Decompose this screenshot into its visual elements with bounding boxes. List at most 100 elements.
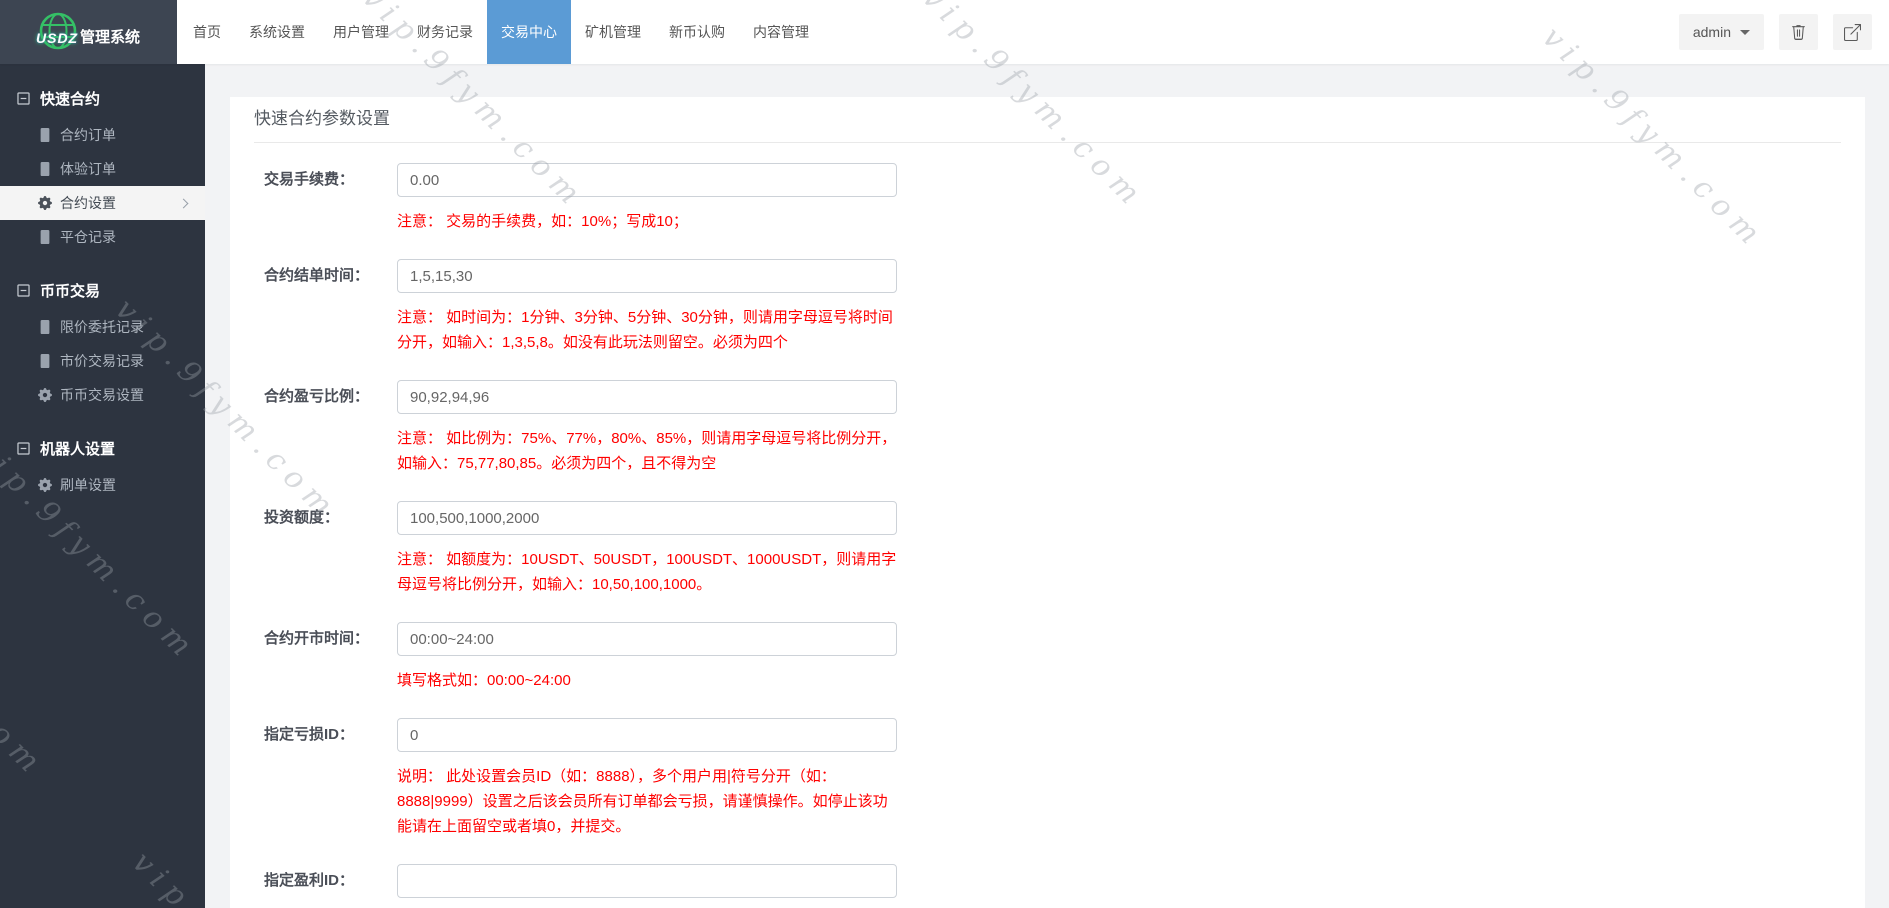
- sidebar-section-title[interactable]: 币币交易: [0, 270, 205, 310]
- document-icon: [38, 128, 52, 142]
- page-title: 快速合约参数设置: [254, 109, 390, 128]
- sidebar-item[interactable]: 币币交易设置: [0, 378, 205, 412]
- sidebar-item-label: 市价交易记录: [60, 353, 144, 369]
- sidebar-item[interactable]: 平仓记录: [0, 220, 205, 254]
- admin-menu-button[interactable]: admin: [1678, 14, 1764, 50]
- form-field-row: 合约开市时间： 填写格式如：00:00~24:00: [254, 622, 1841, 693]
- form-field-row: 指定亏损ID： 说明： 此处设置会员ID（如：8888），多个用户用|符号分开（…: [254, 718, 1841, 839]
- field-column: 说明： 此处设置会员ID（如：8888），多个用户用|符号分开（如：8888|9…: [397, 718, 902, 839]
- nav-tab[interactable]: 财务记录: [403, 0, 487, 64]
- trash-button[interactable]: [1779, 14, 1818, 50]
- form-field-row: 合约结单时间： 注意： 如时间为：1分钟、3分钟、5分钟、30分钟，则请用字母逗…: [254, 259, 1841, 355]
- sidebar-item-label: 体验订单: [60, 161, 116, 177]
- gear-icon: [38, 196, 52, 210]
- sidebar-section-label: 币币交易: [40, 282, 101, 300]
- sidebar-item-label: 平仓记录: [60, 229, 116, 245]
- nav-tab-label: 新币认购: [669, 24, 725, 40]
- settings-form: 交易手续费： 注意： 交易的手续费，如：10%；写成10； 合约结单时间： 注意…: [254, 143, 1841, 908]
- nav-tab-label: 财务记录: [417, 24, 473, 40]
- logo-title-text: 管理系统: [80, 29, 141, 46]
- settings-card: 快速合约参数设置 交易手续费： 注意： 交易的手续费，如：10%；写成10； 合…: [230, 97, 1865, 908]
- nav-tab[interactable]: 交易中心: [487, 0, 571, 64]
- chevron-right-icon: [178, 198, 189, 208]
- field-label: 投资额度：: [264, 509, 340, 526]
- field-note: 注意： 交易的手续费，如：10%；写成10；: [397, 213, 688, 230]
- nav-tab-label: 内容管理: [753, 24, 809, 40]
- field-note: 说明： 此处设置会员ID（如：8888），多个用户用|符号分开（如：8888|9…: [397, 768, 888, 835]
- sidebar-item[interactable]: 体验订单: [0, 152, 205, 186]
- minus-square-icon: [17, 441, 30, 455]
- form-field-row: 投资额度： 注意： 如额度为：10USDT、50USDT，100USDT、100…: [254, 501, 1841, 597]
- sidebar-section-items: 合约订单 体验订单 合约设置 平仓记录: [0, 118, 205, 254]
- field-note: 注意： 如额度为：10USDT、50USDT，100USDT、1000USDT，…: [397, 551, 897, 593]
- form-field-row: 交易手续费： 注意： 交易的手续费，如：10%；写成10；: [254, 163, 1841, 234]
- sidebar-item-label: 币币交易设置: [60, 387, 144, 403]
- field-note: 注意： 如比例为：75%、77%，80%、85%，则请用字母逗号将比例分开，如输…: [397, 430, 897, 472]
- sidebar-section-title[interactable]: 快速合约: [0, 78, 205, 118]
- sidebar-item-label: 合约设置: [60, 195, 116, 211]
- field-note: 填写格式如：00:00~24:00: [397, 672, 571, 689]
- nav-tab-label: 首页: [193, 24, 221, 40]
- nav-tab-label: 用户管理: [333, 24, 389, 40]
- nav-tab-label: 系统设置: [249, 24, 305, 40]
- logout-button[interactable]: [1833, 14, 1872, 50]
- sidebar-item-label: 限价委托记录: [60, 319, 144, 335]
- sidebar-section: 机器人设置 刷单设置: [0, 428, 205, 502]
- sidebar-section-title[interactable]: 机器人设置: [0, 428, 205, 468]
- field-note: 注意： 如时间为：1分钟、3分钟、5分钟、30分钟，则请用字母逗号将时间分开，如…: [397, 309, 893, 351]
- gear-icon: [38, 388, 52, 402]
- nav-tab[interactable]: 首页: [179, 0, 235, 64]
- field-label: 交易手续费：: [264, 171, 355, 188]
- field-input[interactable]: [397, 259, 897, 293]
- document-icon: [38, 230, 52, 244]
- sidebar-item[interactable]: 合约设置: [0, 186, 205, 220]
- nav-tab-label: 矿机管理: [585, 24, 641, 40]
- field-column: 注意： 如比例为：75%、77%，80%、85%，则请用字母逗号将比例分开，如输…: [397, 380, 902, 476]
- field-input[interactable]: [397, 380, 897, 414]
- sidebar-section: 快速合约 合约订单 体验订单 合约设置 平仓记录: [0, 78, 205, 254]
- field-input[interactable]: [397, 864, 897, 898]
- document-icon: [38, 162, 52, 176]
- app-logo: USDZ 管理系统: [0, 0, 177, 64]
- trash-icon: [1790, 24, 1807, 41]
- document-icon: [38, 320, 52, 334]
- field-column: 填写格式如：00:00~24:00: [397, 622, 902, 693]
- field-column: 注意： 如时间为：1分钟、3分钟、5分钟、30分钟，则请用字母逗号将时间分开，如…: [397, 259, 902, 355]
- logo-brand-text: USDZ: [36, 30, 79, 46]
- sidebar-item-label: 合约订单: [60, 127, 116, 143]
- field-input[interactable]: [397, 718, 897, 752]
- nav-tab[interactable]: 新币认购: [655, 0, 739, 64]
- sidebar: 快速合约 合约订单 体验订单 合约设置 平仓记录 币币交易 限价委托记录 市价交…: [0, 64, 205, 908]
- field-input[interactable]: [397, 163, 897, 197]
- sidebar-section-label: 快速合约: [40, 90, 101, 108]
- field-column: 注意： 交易的手续费，如：10%；写成10；: [397, 163, 902, 234]
- sidebar-section-items: 限价委托记录 市价交易记录 币币交易设置: [0, 310, 205, 412]
- sidebar-item-label: 刷单设置: [60, 477, 116, 493]
- nav-tab[interactable]: 内容管理: [739, 0, 823, 64]
- nav-tab[interactable]: 系统设置: [235, 0, 319, 64]
- field-column: 说明： 此处设置会员ID（如：8888），多个用户用|符号分开（如：8888|9…: [397, 864, 902, 908]
- field-label: 合约盈亏比例：: [264, 388, 370, 405]
- sidebar-section-label: 机器人设置: [40, 440, 116, 458]
- sidebar-section-items: 刷单设置: [0, 468, 205, 502]
- document-icon: [38, 354, 52, 368]
- top-nav: 首页 系统设置 用户管理 财务记录 交易中心 矿机管理 新币认购 内容管理: [179, 0, 823, 64]
- minus-square-icon: [17, 283, 30, 297]
- field-label: 合约结单时间：: [264, 267, 370, 284]
- nav-tab[interactable]: 用户管理: [319, 0, 403, 64]
- field-label: 合约开市时间：: [264, 630, 370, 647]
- sidebar-item[interactable]: 合约订单: [0, 118, 205, 152]
- sidebar-item[interactable]: 市价交易记录: [0, 344, 205, 378]
- form-field-row: 合约盈亏比例： 注意： 如比例为：75%、77%，80%、85%，则请用字母逗号…: [254, 380, 1841, 476]
- gear-icon: [38, 478, 52, 492]
- sidebar-section: 币币交易 限价委托记录 市价交易记录 币币交易设置: [0, 270, 205, 412]
- caret-down-icon: [1740, 29, 1750, 35]
- top-header: USDZ 管理系统 首页 系统设置 用户管理 财务记录 交易中心 矿机管理 新币认购 内容管理…: [0, 0, 1889, 64]
- sidebar-item[interactable]: 限价委托记录: [0, 310, 205, 344]
- field-input[interactable]: [397, 622, 897, 656]
- field-label: 指定亏损ID：: [264, 726, 355, 743]
- field-input[interactable]: [397, 501, 897, 535]
- nav-tab[interactable]: 矿机管理: [571, 0, 655, 64]
- sidebar-item[interactable]: 刷单设置: [0, 468, 205, 502]
- minus-square-icon: [17, 91, 30, 105]
